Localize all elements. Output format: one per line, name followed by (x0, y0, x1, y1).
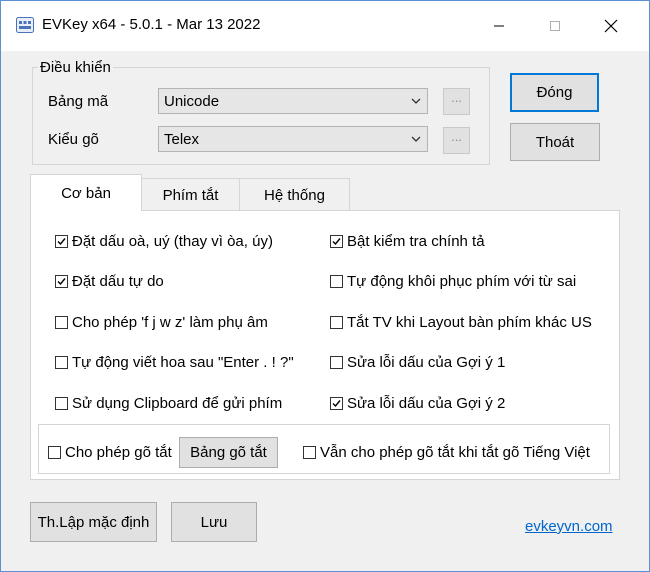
option-checkbox[interactable]: Sửa lỗi dấu của Gợi ý 2 (330, 395, 505, 412)
allow-shortcut-label: Cho phép gõ tắt (65, 444, 172, 461)
option-checkbox[interactable]: Sửa lỗi dấu của Gợi ý 1 (330, 354, 505, 371)
checkbox-box[interactable] (55, 356, 68, 369)
checkmark-icon (332, 238, 341, 246)
chevron-down-icon (411, 98, 421, 104)
website-link[interactable]: evkeyvn.com (525, 518, 613, 535)
title-bar: EVKey x64 - 5.0.1 - Mar 13 2022 (1, 1, 649, 51)
close-window-button[interactable] (583, 1, 639, 51)
checkmark-icon (57, 238, 66, 246)
checkbox-box[interactable] (330, 275, 343, 288)
chevron-down-icon (411, 136, 421, 142)
save-button[interactable]: Lưu (171, 502, 257, 542)
checkmark-icon (57, 278, 66, 286)
checkbox-box[interactable] (330, 356, 343, 369)
option-label: Sử dụng Clipboard để gửi phím (72, 395, 283, 412)
shortcut-table-button[interactable]: Bảng gõ tắt (179, 437, 278, 468)
checkbox-box[interactable] (55, 316, 68, 329)
encoding-label: Bảng mã (48, 93, 109, 110)
option-label: Tắt TV khi Layout bàn phím khác US (347, 314, 592, 331)
tab-basic[interactable]: Cơ bản (30, 174, 142, 211)
option-label: Cho phép 'f j w z' làm phụ âm (72, 314, 268, 331)
checkbox-box[interactable] (55, 235, 68, 248)
checkbox-box[interactable] (55, 397, 68, 410)
minimize-button[interactable] (471, 1, 527, 51)
option-checkbox[interactable]: Tự động viết hoa sau "Enter . ! ?" (55, 354, 294, 371)
option-label: Sửa lỗi dấu của Gợi ý 2 (347, 395, 506, 412)
allow-shortcut-checkbox[interactable]: Cho phép gõ tắt (48, 444, 172, 461)
checkbox-box[interactable] (48, 446, 61, 459)
close-icon (604, 19, 618, 33)
input-method-more-button[interactable]: ... (443, 127, 470, 154)
option-label: Tự động khôi phục phím với từ sai (347, 273, 577, 290)
checkbox-box[interactable] (55, 275, 68, 288)
close-button[interactable]: Đóng (510, 73, 599, 112)
option-label: Đặt dấu tự do (72, 273, 164, 290)
tab-system[interactable]: Hệ thống (239, 178, 350, 211)
option-label: Tự động viết hoa sau "Enter . ! ?" (72, 354, 294, 371)
encoding-value: Unicode (164, 93, 220, 110)
checkbox-box[interactable] (330, 397, 343, 410)
encoding-more-button[interactable]: ... (443, 88, 470, 115)
option-checkbox[interactable]: Tự động khôi phục phím với từ sai (330, 273, 576, 290)
option-label: Đặt dấu oà, uý (thay vì òa, úy) (72, 233, 273, 250)
option-label: Bật kiểm tra chính tả (347, 233, 485, 250)
input-method-select[interactable]: Telex (158, 126, 428, 152)
reset-default-button[interactable]: Th.Lập mặc định (30, 502, 157, 542)
keep-shortcut-checkbox[interactable]: Vẫn cho phép gõ tắt khi tắt gõ Tiếng Việ… (303, 444, 590, 461)
keep-shortcut-label: Vẫn cho phép gõ tắt khi tắt gõ Tiếng Việ… (320, 444, 590, 461)
option-checkbox[interactable]: Đặt dấu oà, uý (thay vì òa, úy) (55, 233, 273, 250)
option-checkbox[interactable]: Đặt dấu tự do (55, 273, 164, 290)
input-method-value: Telex (164, 131, 200, 148)
window-title: EVKey x64 - 5.0.1 - Mar 13 2022 (42, 16, 261, 33)
controls-group-label: Điều khiển (38, 59, 113, 76)
option-label: Sửa lỗi dấu của Gợi ý 1 (347, 354, 506, 371)
encoding-select[interactable]: Unicode (158, 88, 428, 114)
checkbox-box[interactable] (330, 235, 343, 248)
maximize-button[interactable] (527, 1, 583, 51)
tab-shortcuts[interactable]: Phím tắt (141, 178, 240, 211)
option-checkbox[interactable]: Bật kiểm tra chính tả (330, 233, 485, 250)
input-method-label: Kiểu gõ (48, 131, 99, 148)
checkbox-box[interactable] (330, 316, 343, 329)
minimize-icon (494, 25, 504, 27)
option-checkbox[interactable]: Cho phép 'f j w z' làm phụ âm (55, 314, 268, 331)
keyboard-app-icon (16, 17, 34, 33)
exit-button[interactable]: Thoát (510, 123, 600, 161)
option-checkbox[interactable]: Tắt TV khi Layout bàn phím khác US (330, 314, 592, 331)
checkmark-icon (332, 400, 341, 408)
maximize-icon (550, 21, 560, 31)
option-checkbox[interactable]: Sử dụng Clipboard để gửi phím (55, 395, 282, 412)
checkbox-box[interactable] (303, 446, 316, 459)
